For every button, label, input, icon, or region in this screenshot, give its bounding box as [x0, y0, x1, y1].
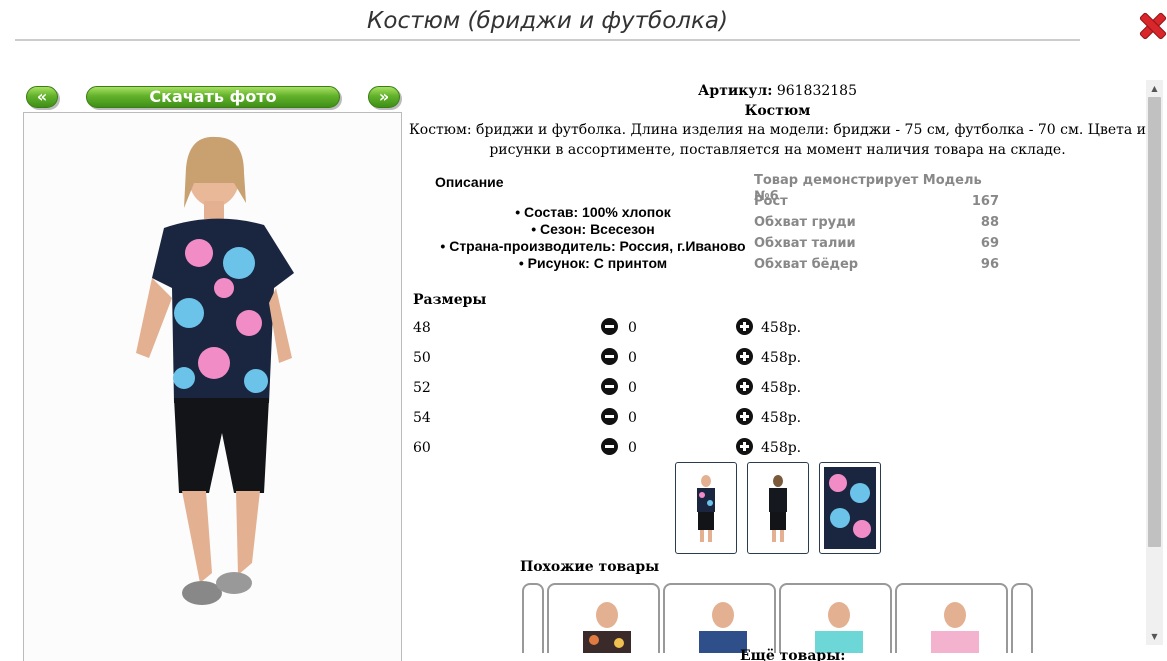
page-title: Костюм (бриджи и футболка) [367, 8, 728, 34]
size-row: 52 0 458р. [413, 378, 813, 398]
price-value: 458р. [761, 410, 802, 426]
minus-icon[interactable] [601, 438, 618, 455]
price-value: 458р. [761, 350, 802, 366]
scroll-down-icon[interactable]: ▼ [1146, 628, 1163, 645]
minus-icon[interactable] [601, 378, 618, 395]
prev-photo-button[interactable]: « [26, 86, 58, 108]
size-label: 48 [413, 320, 431, 336]
model-row-height: Рост 167 [754, 194, 999, 215]
spec-item-country: • Страна-производитель: Россия, г.Иванов… [440, 238, 746, 254]
price-value: 458р. [761, 440, 802, 456]
sizes-heading: Размеры [413, 292, 487, 308]
quantity-value: 0 [628, 410, 637, 426]
spec-item-pattern: • Рисунок: С принтом [518, 255, 668, 271]
close-icon[interactable] [1138, 10, 1167, 42]
spec-list: • Состав: 100% хлопок • Сезон: Всесезон … [433, 204, 753, 272]
model-label: Обхват бёдер [754, 257, 859, 272]
scroll-thumb[interactable] [1148, 97, 1161, 547]
photo-thumbnail-back[interactable] [747, 462, 809, 554]
quantity-value: 0 [628, 380, 637, 396]
spec-item-composition: • Состав: 100% хлопок [515, 204, 671, 220]
similar-heading: Похожие товары [520, 559, 660, 575]
model-figure-image [136, 136, 294, 605]
size-row: 60 0 458р. [413, 438, 813, 458]
spec-heading: Описание [435, 174, 504, 190]
product-info: Артикул: 961832185 Костюм Костюм: бриджи… [405, 82, 1150, 160]
size-label: 60 [413, 440, 431, 456]
similar-product-card[interactable] [547, 583, 660, 653]
size-label: 50 [413, 350, 431, 366]
article-line: Артикул: 961832185 [405, 82, 1150, 100]
product-name: Костюм [744, 103, 811, 119]
similar-product-card[interactable] [779, 583, 892, 653]
size-row: 54 0 458р. [413, 408, 813, 428]
similar-scroll-right[interactable] [1011, 583, 1033, 653]
model-heading: Товар демонстрирует Модель №6 [754, 173, 999, 204]
size-row: 48 0 458р. [413, 318, 813, 338]
plus-icon[interactable] [736, 318, 753, 335]
model-value: 69 [980, 236, 999, 251]
model-row-hips: Обхват бёдер 96 [754, 257, 999, 278]
price-value: 458р. [761, 380, 802, 396]
model-row-waist: Обхват талии 69 [754, 236, 999, 257]
article-value: 961832185 [776, 83, 857, 99]
size-label: 54 [413, 410, 431, 426]
model-value: 88 [980, 215, 999, 230]
similar-scroll-left[interactable] [522, 583, 544, 653]
minus-icon[interactable] [601, 318, 618, 335]
similar-product-card[interactable] [895, 583, 1008, 653]
size-label: 52 [413, 380, 431, 396]
plus-icon[interactable] [736, 378, 753, 395]
scrollbar[interactable]: ▲ ▼ [1146, 80, 1163, 645]
price-value: 458р. [761, 320, 802, 336]
model-label: Обхват груди [754, 215, 856, 230]
model-row-chest: Обхват груди 88 [754, 215, 999, 236]
article-label: Артикул: [698, 83, 773, 99]
more-products-heading: Ещё товары: [740, 648, 846, 661]
photo-thumbnail-front[interactable] [675, 462, 737, 554]
title-divider [15, 39, 1080, 41]
download-photo-button[interactable]: Скачать фото [86, 86, 340, 108]
model-value: 167 [971, 194, 999, 209]
plus-icon[interactable] [736, 408, 753, 425]
model-label: Рост [754, 194, 788, 209]
plus-icon[interactable] [736, 348, 753, 365]
photo-thumbnail-fabric[interactable] [819, 462, 881, 554]
model-heading-text: Товар демонстрирует Модель №6 [754, 173, 982, 204]
spec-item-season: • Сезон: Всесезон [531, 221, 655, 237]
quantity-value: 0 [628, 320, 637, 336]
model-value: 96 [980, 257, 999, 272]
minus-icon[interactable] [601, 348, 618, 365]
minus-icon[interactable] [601, 408, 618, 425]
quantity-value: 0 [628, 440, 637, 456]
plus-icon[interactable] [736, 438, 753, 455]
size-row: 50 0 458р. [413, 348, 813, 368]
model-label: Обхват талии [754, 236, 856, 251]
similar-product-card[interactable] [663, 583, 776, 653]
next-photo-button[interactable]: » [368, 86, 400, 108]
quantity-value: 0 [628, 350, 637, 366]
model-measurements: Товар демонстрирует Модель №6 Рост 167 О… [754, 173, 999, 278]
main-product-photo [23, 112, 402, 661]
product-description: Костюм: бриджи и футболка. Длина изделия… [408, 122, 1147, 158]
